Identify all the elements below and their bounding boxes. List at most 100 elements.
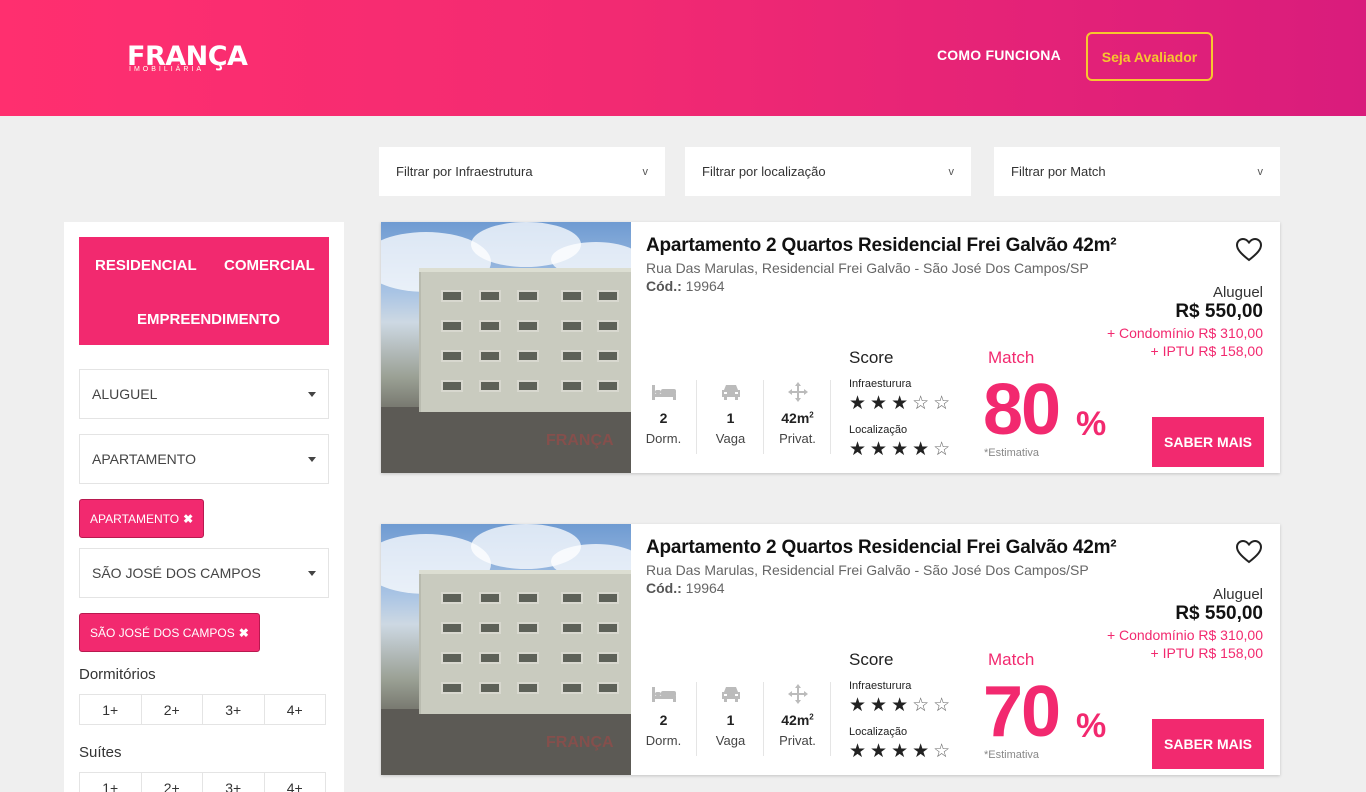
parking-count: 1 (726, 712, 735, 728)
listing-code: Cód.: 19964 (646, 278, 725, 294)
bed-icon (651, 380, 677, 404)
condo-fee: + Condomínio R$ 310,00 (1106, 627, 1263, 643)
top-header: FRANÇA IMOBILIÁRIA COMO FUNCIONA Seja Av… (0, 0, 1366, 116)
tab-residential[interactable]: RESIDENCIAL (95, 257, 197, 274)
bedrooms-option[interactable]: 4+ (265, 695, 326, 724)
nav-how-it-works[interactable]: COMO FUNCIONA (937, 47, 1061, 63)
bed-icon (651, 682, 677, 706)
become-evaluator-button[interactable]: Seja Avaliador (1086, 32, 1213, 81)
car-icon (720, 380, 742, 404)
feature-bedrooms: 2 Dorm. (631, 682, 697, 756)
heart-icon[interactable] (1236, 238, 1262, 262)
remove-icon[interactable]: ✖ (239, 626, 249, 640)
listing-code-value: 19964 (685, 278, 725, 294)
remove-icon[interactable]: ✖ (183, 512, 193, 526)
city-tag[interactable]: SÃO JOSÉ DOS CAMPOS ✖ (79, 613, 260, 652)
listing-title[interactable]: Apartamento 2 Quartos Residencial Frei G… (646, 235, 1117, 257)
bedrooms-label: Dormitórios (79, 666, 156, 683)
filter-infrastructure-label: Filtrar por Infraestrutura (396, 164, 533, 179)
caret-down-icon (308, 456, 316, 462)
listing-code-label: Cód.: (646, 580, 682, 596)
parking-count: 1 (726, 410, 735, 426)
area-caption: Privat. (779, 431, 816, 446)
chevron-down-icon: v (948, 165, 955, 178)
listing-address: Rua Das Marulas, Residencial Frei Galvão… (646, 260, 1089, 276)
caret-down-icon (308, 570, 316, 576)
learn-more-button[interactable]: SABER MAIS (1152, 417, 1264, 467)
bedrooms-option[interactable]: 2+ (142, 695, 203, 724)
search-sidebar: RESIDENCIAL COMERCIAL EMPREENDIMENTO ALU… (64, 222, 344, 792)
property-type-select-value: APARTAMENTO (92, 451, 196, 467)
area-value: 42m2 (781, 712, 814, 728)
location-stars: ★★★★☆ (849, 741, 955, 762)
price-value: R$ 550,00 (1175, 301, 1263, 322)
listing-photo[interactable]: FRANÇA (381, 222, 631, 473)
listing-code: Cód.: 19964 (646, 580, 725, 596)
city-tag-label: SÃO JOSÉ DOS CAMPOS (90, 625, 235, 640)
property-type-select[interactable]: APARTAMENTO (79, 434, 329, 484)
filter-infrastructure[interactable]: Filtrar por Infraestrutura v (379, 147, 665, 196)
infra-label: Infraesturura (849, 378, 912, 390)
infra-label: Infraesturura (849, 680, 912, 692)
city-select[interactable]: SÃO JOSÉ DOS CAMPOS (79, 548, 329, 598)
heart-icon[interactable] (1236, 540, 1262, 564)
price-label: Aluguel (1212, 586, 1263, 603)
price-block: Aluguel R$ 550,00 + Condomínio R$ 310,00… (1107, 586, 1263, 661)
feature-parking: 1 Vaga (698, 380, 764, 454)
caret-down-icon (308, 391, 316, 397)
match-value: 70 (983, 672, 1061, 752)
match-title: Match (988, 348, 1035, 367)
match-percent-sign: % (1076, 707, 1107, 745)
tab-development[interactable]: EMPREENDIMENTO (137, 311, 280, 328)
match-title: Match (988, 650, 1035, 669)
property-type-tag-label: APARTAMENTO (90, 511, 180, 526)
score-title: Score (849, 348, 894, 367)
price-label: Aluguel (1212, 284, 1263, 301)
feature-parking: 1 Vaga (698, 682, 764, 756)
condo-fee: + Condomínio R$ 310,00 (1106, 325, 1263, 341)
match-value: 80 (983, 370, 1061, 450)
tab-commercial[interactable]: COMERCIAL (224, 257, 315, 274)
suites-selector: 1+ 2+ 3+ 4+ (79, 772, 326, 792)
feature-bedrooms: 2 Dorm. (631, 380, 697, 454)
bedrooms-count: 2 (659, 410, 668, 426)
listing-photo[interactable]: FRANÇA (381, 524, 631, 775)
bedrooms-caption: Dorm. (645, 733, 682, 748)
listing-address: Rua Das Marulas, Residencial Frei Galvão… (646, 562, 1089, 578)
transaction-select[interactable]: ALUGUEL (79, 369, 329, 419)
iptu-fee: + IPTU R$ 158,00 (1150, 645, 1263, 661)
property-type-tag[interactable]: APARTAMENTO ✖ (79, 499, 205, 538)
listing-title[interactable]: Apartamento 2 Quartos Residencial Frei G… (646, 537, 1117, 559)
filter-match-label: Filtrar por Match (1011, 164, 1106, 179)
bedrooms-caption: Dorm. (645, 431, 682, 446)
listing-code-value: 19964 (685, 580, 725, 596)
filter-location[interactable]: Filtrar por localização v (685, 147, 971, 196)
bedrooms-selector: 1+ 2+ 3+ 4+ (79, 694, 326, 725)
parking-caption: Vaga (715, 431, 746, 446)
price-value: R$ 550,00 (1175, 603, 1263, 624)
bedrooms-option[interactable]: 3+ (203, 695, 265, 724)
listing-card[interactable]: FRANÇA Apartamento 2 Quartos Residencial… (381, 222, 1280, 473)
bedrooms-option[interactable]: 1+ (80, 695, 142, 724)
chevron-down-icon: v (642, 165, 649, 178)
listing-card[interactable]: FRANÇA Apartamento 2 Quartos Residencial… (381, 524, 1280, 775)
location-label: Localização (849, 726, 908, 738)
filter-match[interactable]: Filtrar por Match v (994, 147, 1280, 196)
parking-caption: Vaga (715, 733, 746, 748)
suites-option[interactable]: 2+ (142, 773, 203, 792)
suites-label: Suítes (79, 744, 122, 761)
bedrooms-count: 2 (659, 712, 668, 728)
car-icon (720, 682, 742, 706)
learn-more-button[interactable]: SABER MAIS (1152, 719, 1264, 769)
estimate-note: *Estimativa (984, 749, 1040, 761)
suites-option[interactable]: 4+ (265, 773, 326, 792)
price-block: Aluguel R$ 550,00 + Condomínio R$ 310,00… (1107, 284, 1263, 359)
brand-logo[interactable]: FRANÇA IMOBILIÁRIA (127, 43, 248, 73)
chevron-down-icon: v (1257, 165, 1264, 178)
location-stars: ★★★★☆ (849, 439, 955, 460)
area-value: 42m2 (781, 410, 814, 426)
infra-stars: ★★★☆☆ (849, 695, 955, 716)
suites-option[interactable]: 3+ (203, 773, 265, 792)
move-arrows-icon (787, 380, 809, 404)
suites-option[interactable]: 1+ (80, 773, 142, 792)
